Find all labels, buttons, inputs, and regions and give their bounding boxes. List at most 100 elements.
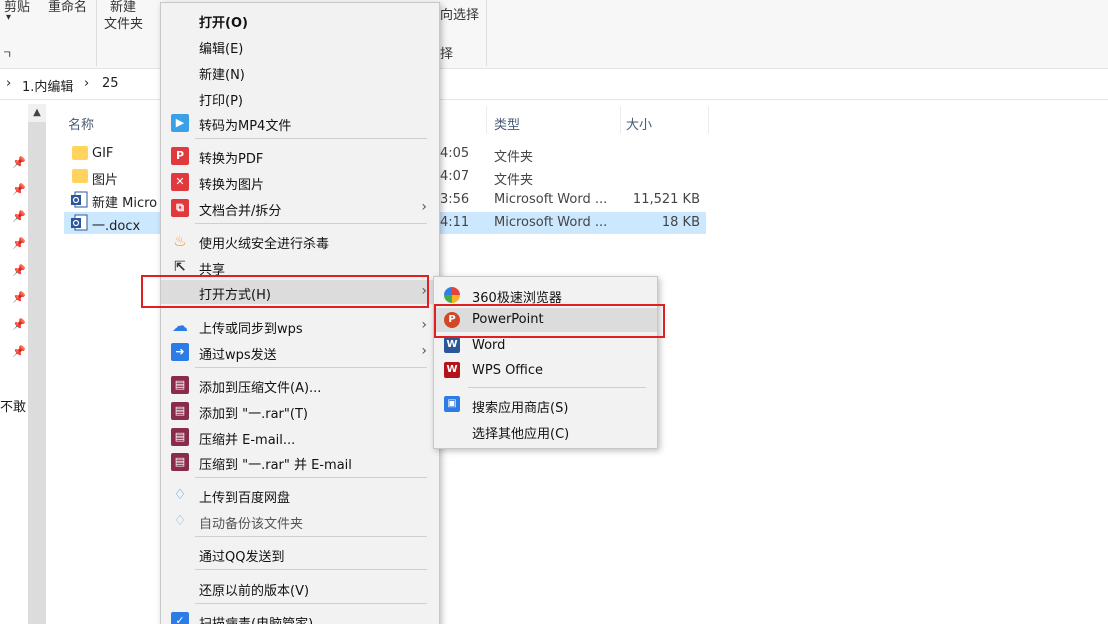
menu-item-antivirus[interactable]: ♨ 使用火绒安全进行杀毒 [161,229,439,253]
folder-icon [72,146,88,160]
pin-icon: 📌 [12,345,26,358]
column-header-type[interactable]: 类型 [494,114,520,133]
column-divider[interactable] [620,106,621,134]
ribbon-divider [486,0,487,66]
pdf-icon: P [171,147,189,165]
nav-scrollbar[interactable] [28,104,46,624]
file-time: 4:05 [440,146,470,161]
baidu-netdisk-icon: ♢ [173,513,187,529]
submenu-arrow-icon: › [421,317,427,333]
menu-item-new[interactable]: 新建(N) [161,60,439,84]
breadcrumb-folder-2[interactable]: 25 [102,76,119,91]
column-divider[interactable] [486,106,487,134]
file-type: Microsoft Word ... [494,215,608,230]
open-with-wps-office[interactable]: W WPS Office [434,359,657,383]
menu-item-convert-pdf[interactable]: P 转换为PDF [161,144,439,168]
menu-item-restore-version[interactable]: 还原以前的版本(V) [161,576,439,600]
menu-divider [195,223,427,224]
word-document-icon [71,214,88,231]
ribbon-new-folder-line2[interactable]: 文件夹 [104,13,143,32]
menu-divider [195,569,427,570]
winrar-icon: ▤ [171,376,189,394]
winrar-icon: ▤ [171,402,189,420]
menu-item-open[interactable]: 打开(O) [161,8,439,32]
ribbon-divider [96,0,97,66]
nav-item-text[interactable]: 不敢 [0,396,26,415]
file-name: GIF [92,146,114,161]
explorer-window: 剪贴 ▾ ㄱ 重命名 新建 文件夹 向选择 择 › 1.内编辑 › 25 ▲ 📌… [0,0,1108,624]
file-time: 4:11 [440,215,470,230]
file-name: 一.docx [92,219,141,234]
pin-icon: 📌 [12,183,26,196]
menu-item-compress-email[interactable]: ▤ 压缩并 E-mail... [161,425,439,449]
menu-item-merge-split[interactable]: ⧉ 文档合并/拆分 › [161,196,439,220]
huorong-flame-icon: ♨ [173,232,187,250]
menu-item-send-wps[interactable]: ➜ 通过wps发送 › [161,340,439,364]
pin-icon: 📌 [12,210,26,223]
baidu-netdisk-icon: ♢ [173,487,187,503]
folder-icon [72,169,88,183]
menu-item-convert-mp4[interactable]: ▶ 转码为MP4文件 [161,111,439,135]
open-with-choose-other[interactable]: 选择其他应用(C) [434,419,657,443]
menu-divider [195,367,427,368]
winrar-icon: ▤ [171,453,189,471]
file-name: 图片 [92,173,119,188]
ribbon-rename-button[interactable]: 重命名 [48,0,87,15]
menu-item-upload-wps[interactable]: ☁ 上传或同步到wps › [161,314,439,338]
file-type: Microsoft Word ... [494,192,608,207]
menu-item-convert-image[interactable]: ✕ 转换为图片 [161,170,439,194]
winrar-icon: ▤ [171,428,189,446]
menu-item-scan-virus[interactable]: ✓ 扫描病毒(电脑管家) [161,609,439,624]
file-time: 3:56 [440,192,470,207]
column-header-size[interactable]: 大小 [626,114,652,133]
menu-item-send-qq[interactable]: 通过QQ发送到 [161,542,439,566]
context-menu: 打开(O) 编辑(E) 新建(N) 打印(P) ▶ 转码为MP4文件 P 转换为… [160,2,440,624]
ribbon-select-button[interactable]: 向选择 [440,4,479,23]
send-icon: ➜ [171,343,189,361]
store-icon: ▣ [444,396,460,412]
menu-item-edit[interactable]: 编辑(E) [161,34,439,58]
submenu-arrow-icon: › [421,199,427,215]
pin-icon: 📌 [12,318,26,331]
image-convert-icon: ✕ [171,173,189,191]
pin-icon: 📌 [12,291,26,304]
share-icon: ⇱ [174,259,186,275]
submenu-arrow-icon: › [421,343,427,359]
pin-icon: 📌 [12,264,26,277]
column-header-name[interactable]: 名称 [68,114,94,133]
menu-divider [468,387,646,388]
cloud-upload-icon: ☁ [172,316,188,335]
mp4-convert-icon: ▶ [171,114,189,132]
open-with-search-store[interactable]: ▣ 搜索应用商店(S) [434,393,657,417]
pin-icon: 📌 [12,156,26,169]
merge-split-icon: ⧉ [171,199,189,217]
scroll-up-arrow-icon[interactable]: ▲ [28,104,46,122]
menu-item-upload-baidu[interactable]: ♢ 上传到百度网盘 [161,483,439,507]
breadcrumb-chevron[interactable]: › [6,76,11,91]
open-with-submenu: 360极速浏览器 P PowerPoint W Word W WPS Offic… [433,276,658,449]
column-divider[interactable] [708,106,709,134]
file-size: 18 KB [661,215,700,230]
menu-item-compress-rar-email[interactable]: ▤ 压缩到 "一.rar" 并 E-mail [161,450,439,474]
highlight-box-powerpoint [434,304,665,338]
menu-divider [195,477,427,478]
shield-icon: ✓ [171,612,189,624]
menu-item-add-rar[interactable]: ▤ 添加到 "一.rar"(T) [161,399,439,423]
word-document-icon [71,191,88,208]
menu-divider [195,536,427,537]
360-browser-icon [444,287,460,303]
file-type: 文件夹 [494,173,534,188]
pin-icon: 📌 [12,237,26,250]
breadcrumb-chevron[interactable]: › [84,76,89,91]
menu-item-add-archive[interactable]: ▤ 添加到压缩文件(A)... [161,373,439,397]
highlight-box-open-with [141,275,429,308]
ribbon-edge-text: ㄱ [2,48,13,61]
file-name: 新建 Micro [92,196,158,211]
ribbon-dropdown-icon[interactable]: ▾ [6,12,11,23]
menu-item-auto-backup[interactable]: ♢ 自动备份该文件夹 [161,509,439,533]
file-time: 4:07 [440,169,470,184]
menu-item-print[interactable]: 打印(P) [161,86,439,110]
menu-divider [195,138,427,139]
breadcrumb-folder-1[interactable]: 1.内编辑 [22,76,73,95]
menu-divider [195,603,427,604]
